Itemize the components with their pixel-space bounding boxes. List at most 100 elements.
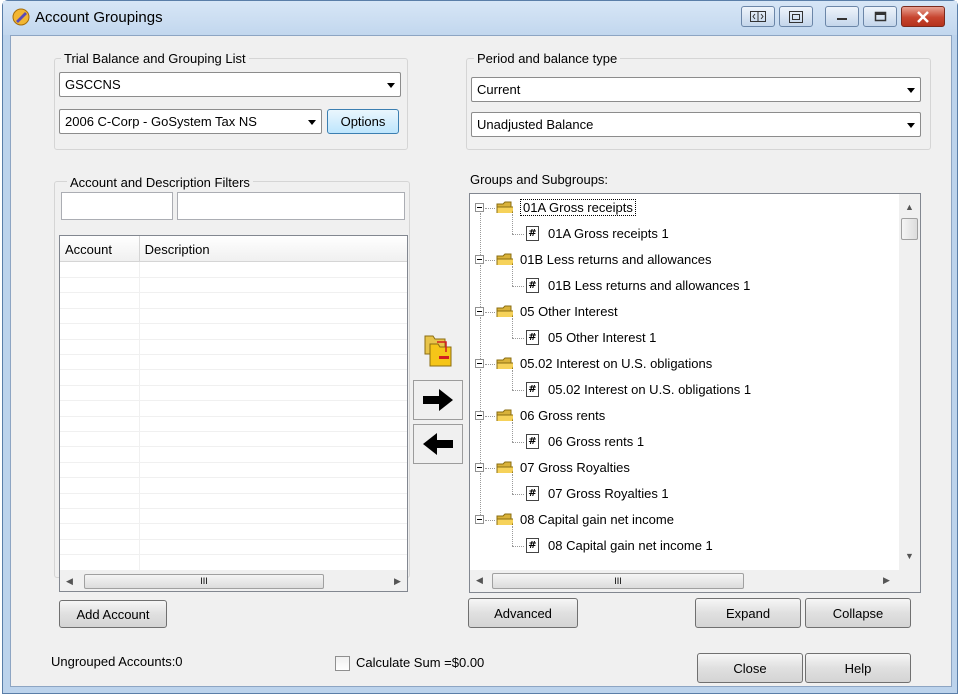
tree-subgroup-item[interactable]: #05 Other Interest 1 [470, 318, 890, 350]
help-button[interactable]: Help [805, 653, 911, 683]
split-view-button[interactable] [741, 6, 775, 27]
table-row[interactable] [60, 417, 407, 432]
collapse-toggle-icon[interactable] [475, 463, 484, 472]
add-account-button[interactable]: Add Account [59, 600, 167, 628]
table-row[interactable] [60, 556, 407, 571]
calculate-sum-label[interactable]: Calculate Sum =$0.00 [356, 655, 484, 670]
tree-group-item[interactable]: 05 Other Interest [470, 300, 890, 324]
tree-connector [512, 234, 524, 235]
account-column-header[interactable]: Account [60, 236, 140, 262]
dropdown-arrow-icon [907, 88, 915, 93]
tree-subgroup-item[interactable]: #08 Capital gain net income 1 [470, 526, 890, 558]
table-row[interactable] [60, 294, 407, 309]
filters-label: Account and Description Filters [67, 175, 253, 190]
folder-icon [496, 253, 513, 265]
tree-vscrollbar[interactable]: ▲ ▼ [899, 194, 920, 570]
table-row[interactable] [60, 509, 407, 525]
minimize-button[interactable] [825, 6, 859, 27]
period-select[interactable]: Current [471, 77, 921, 102]
arrow-left-icon [423, 433, 453, 455]
document-icon: # [526, 330, 539, 345]
balance-type-select[interactable]: Unadjusted Balance [471, 112, 921, 137]
tree-connector [485, 468, 495, 469]
table-row[interactable] [60, 371, 407, 386]
tree-group-item[interactable]: 01B Less returns and allowances [470, 248, 890, 272]
tree-subgroup-item[interactable]: #01B Less returns and allowances 1 [470, 266, 890, 298]
account-filter-input[interactable] [61, 192, 173, 220]
tree-subgroup-label: 01B Less returns and allowances 1 [548, 278, 751, 293]
tree-connector [485, 312, 495, 313]
table-row[interactable] [60, 463, 407, 479]
collapse-toggle-icon[interactable] [475, 359, 484, 368]
tree-connector [512, 214, 513, 234]
tree-group-item[interactable]: 08 Capital gain net income [470, 508, 890, 532]
scroll-thumb[interactable]: III [84, 574, 324, 589]
tree-subgroup-item[interactable]: #07 Gross Royalties 1 [470, 474, 890, 506]
tree-group-label: 05 Other Interest [520, 304, 618, 319]
tree-group-item[interactable]: 07 Gross Royalties [470, 456, 890, 480]
tree-group-item[interactable]: 06 Gross rents [470, 404, 890, 428]
scroll-left-icon[interactable]: ◀ [476, 575, 483, 586]
new-group-button[interactable] [413, 332, 463, 376]
collapse-button[interactable]: Collapse [805, 598, 911, 628]
title-bar[interactable]: Account Groupings [3, 1, 957, 35]
document-icon: # [526, 434, 539, 449]
tree-group-item[interactable]: 05.02 Interest on U.S. obligations [470, 352, 890, 376]
close-button[interactable]: Close [697, 653, 803, 683]
table-row[interactable] [60, 309, 407, 325]
move-right-button[interactable] [413, 380, 463, 420]
vscroll-thumb[interactable] [901, 218, 918, 240]
table-row[interactable] [60, 448, 407, 463]
collapse-toggle-icon[interactable] [475, 411, 484, 420]
table-row[interactable] [60, 263, 407, 278]
table-row[interactable] [60, 479, 407, 494]
scroll-down-icon[interactable]: ▼ [905, 551, 914, 561]
description-filter-input[interactable] [177, 192, 405, 220]
tree-hscrollbar[interactable]: ◀ III ▶ [470, 570, 920, 592]
calculate-sum-checkbox[interactable] [335, 656, 350, 671]
split-icon [750, 11, 766, 22]
collapse-toggle-icon[interactable] [475, 255, 484, 264]
trial-balance-select[interactable]: GSCCNS [59, 72, 401, 97]
table-row[interactable] [60, 325, 407, 340]
grouping-list-select[interactable]: 2006 C-Corp - GoSystem Tax NS [59, 109, 322, 134]
table-row[interactable] [60, 494, 407, 509]
tree-connector [512, 318, 513, 338]
collapse-toggle-icon[interactable] [475, 307, 484, 316]
tree-subgroup-item[interactable]: #06 Gross rents 1 [470, 422, 890, 454]
description-column-header[interactable]: Description [139, 236, 407, 262]
table-row[interactable] [60, 525, 407, 540]
tree-group-item[interactable]: 01A Gross receipts [470, 196, 890, 220]
document-icon: # [526, 226, 539, 241]
table-row[interactable] [60, 355, 407, 371]
accounts-list-header: Account Description [60, 236, 407, 262]
tree-subgroup-item[interactable]: #01A Gross receipts 1 [470, 214, 890, 246]
move-left-button[interactable] [413, 424, 463, 464]
table-row[interactable] [60, 386, 407, 402]
scroll-right-icon[interactable]: ▶ [883, 575, 890, 586]
scroll-left-icon[interactable]: ◀ [66, 576, 73, 587]
tree-subgroup-item[interactable]: #05.02 Interest on U.S. obligations 1 [470, 370, 890, 402]
table-row[interactable] [60, 540, 407, 556]
collapse-toggle-icon[interactable] [475, 203, 484, 212]
restore-layout-button[interactable] [779, 6, 813, 27]
accounts-list[interactable]: Account Description ◀ III ▶ [59, 235, 408, 592]
table-row[interactable] [60, 340, 407, 355]
tree-connector [512, 474, 513, 494]
expand-button[interactable]: Expand [695, 598, 801, 628]
accounts-hscrollbar[interactable]: ◀ III ▶ [60, 570, 407, 591]
groups-tree[interactable]: ▲ ▼ ◀ III ▶ 01A Gross receipts #01A Gross… [469, 193, 921, 593]
scroll-up-icon[interactable]: ▲ [905, 202, 914, 212]
close-window-button[interactable] [901, 6, 945, 27]
table-row[interactable] [60, 402, 407, 417]
period-value: Current [477, 82, 521, 97]
advanced-button[interactable]: Advanced [468, 598, 578, 628]
scroll-thumb[interactable]: III [492, 573, 744, 589]
minimize-icon [837, 17, 847, 20]
options-button[interactable]: Options [327, 109, 399, 134]
table-row[interactable] [60, 278, 407, 294]
scroll-right-icon[interactable]: ▶ [394, 576, 401, 587]
collapse-toggle-icon[interactable] [475, 515, 484, 524]
table-row[interactable] [60, 432, 407, 448]
maximize-button[interactable] [863, 6, 897, 27]
